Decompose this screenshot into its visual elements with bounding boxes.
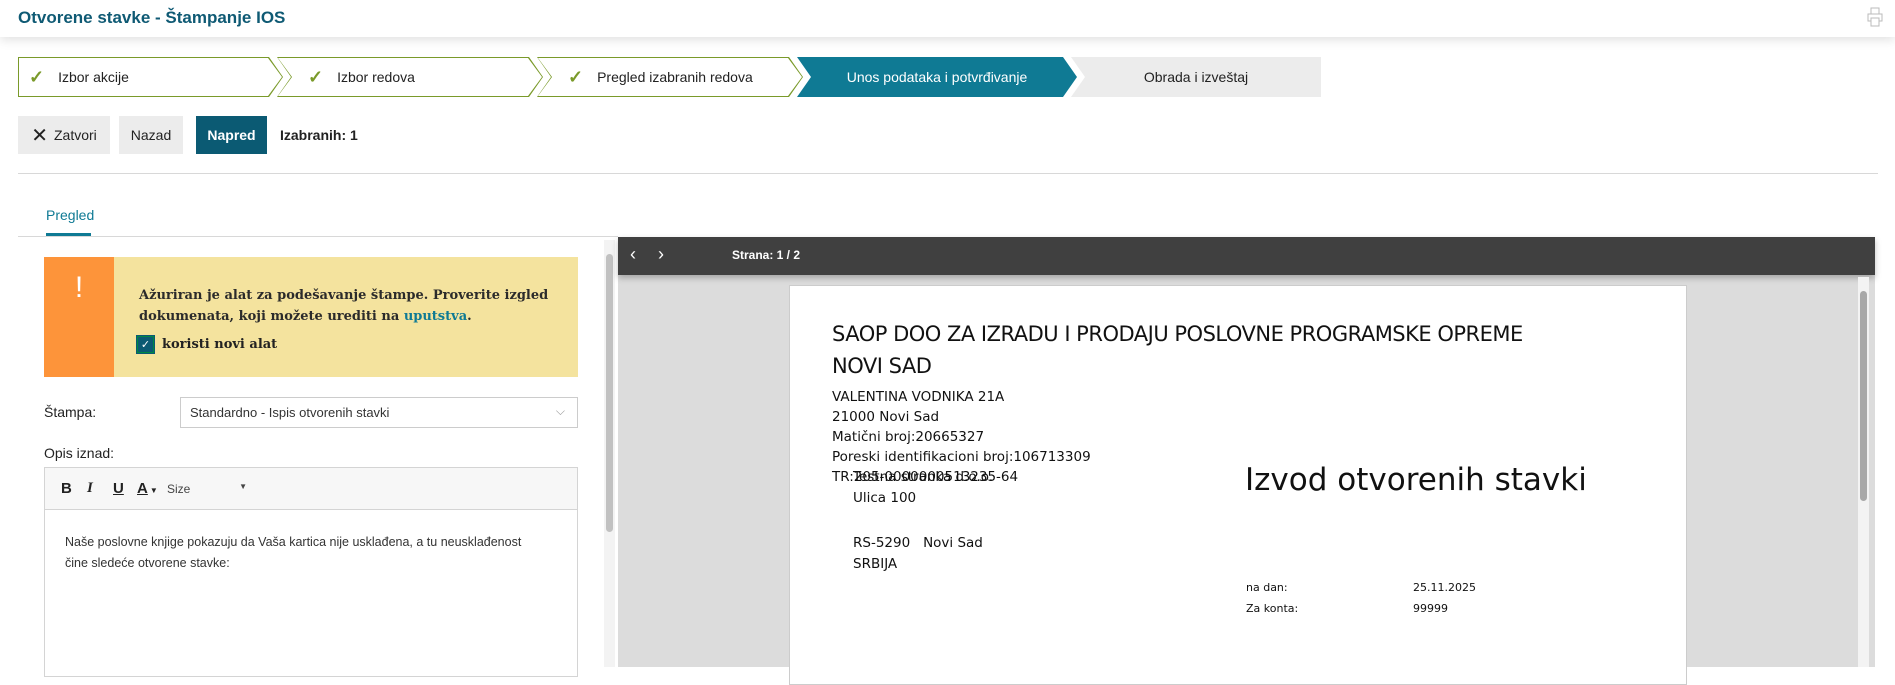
step-obrada-i-izvestaj[interactable]: Obrada i izveštaj <box>1071 57 1321 97</box>
font-size-label: Size <box>167 481 191 496</box>
checkbox-label: koristi novi alat <box>162 337 278 352</box>
na-dan-label: na dan: <box>1246 581 1288 594</box>
step-izbor-redova[interactable]: ✓ Izbor redova <box>277 57 543 97</box>
left-scrollbar-thumb[interactable] <box>606 254 613 532</box>
company-line1: SAOP DOO ZA IZRADU I PRODAJU POSLOVNE PR… <box>832 322 1523 346</box>
partner-country: SRBIJA <box>853 556 898 572</box>
next-page-icon[interactable]: › <box>658 244 664 265</box>
step-label: Pregled izabranih redova <box>597 69 753 85</box>
document-title: Izvod otvorenih stavki <box>1245 462 1587 498</box>
editor-line: Naše poslovne knjige pokazuju da Vaša ka… <box>65 535 522 549</box>
opis-iznad-label: Opis iznad: <box>44 445 115 461</box>
company-name: SAOP DOO ZA IZRADU I PRODAJU POSLOVNE PR… <box>832 318 1523 382</box>
partner-block: Testna stranka d.o.o. Ulica 100 RS-5290 … <box>853 467 993 575</box>
doc-meta-labels: na dan: Za konta: <box>1246 577 1298 619</box>
instructions-link[interactable]: uputstva <box>404 309 467 324</box>
editor-content[interactable]: Naše poslovne knjige pokazuju da Vaša ka… <box>45 510 577 596</box>
caret-down-icon: ▼ <box>239 481 247 491</box>
viewer-scrollbar-thumb[interactable] <box>1860 291 1867 501</box>
app-header: Otvorene stavke - Štampanje IOS <box>0 0 1895 37</box>
partner-street: Ulica 100 <box>853 490 917 506</box>
notice-line2: dokumenata, koji možete urediti na <box>139 309 404 324</box>
underline-button[interactable]: U <box>113 480 137 497</box>
step-label: Unos podataka i potvrđivanje <box>846 69 1028 85</box>
back-button[interactable]: Nazad <box>119 116 183 154</box>
partner-post: RS-5290 <box>853 535 911 551</box>
viewer-scrollbar[interactable] <box>1858 277 1869 667</box>
konto-value: 99999 <box>1413 602 1448 615</box>
chevron-down-icon: ⌵ <box>555 404 565 418</box>
font-size-select[interactable]: Size ▼ <box>167 482 247 496</box>
close-icon: ✕ <box>31 124 48 147</box>
left-scrollbar[interactable] <box>604 240 615 667</box>
notice-text: Ažuriran je alat za podešavanje štampe. … <box>139 285 548 327</box>
stampa-value: Standardno - Ispis otvorenih stavki <box>190 405 390 420</box>
company-mb: Matični broj:20665327 <box>832 429 985 445</box>
konto-label: Za konta: <box>1246 602 1299 615</box>
step-label: Izbor akcije <box>58 69 129 85</box>
close-label: Zatvori <box>53 127 97 143</box>
company-pib: Poreski identifikacioni broj:106713309 <box>832 449 1091 465</box>
na-dan-value: 25.11.2025 <box>1413 581 1476 594</box>
company-line2: NOVI SAD <box>832 354 932 378</box>
next-button[interactable]: Napred <box>196 116 267 154</box>
italic-button[interactable]: I <box>87 480 113 497</box>
rich-text-editor: B I U A ▼ Size ▼ Naše poslovne knjige poka… <box>44 467 578 677</box>
step-pregled-izabranih-redova[interactable]: ✓ Pregled izabranih redova <box>537 57 803 97</box>
font-color-button[interactable]: A ▼ <box>137 480 167 497</box>
editor-toolbar: B I U A ▼ Size ▼ <box>45 468 577 510</box>
editor-line: čine sledeće otvorene stavke: <box>65 556 230 570</box>
new-tool-checkbox[interactable]: ✓ <box>136 335 155 354</box>
doc-meta-values: 25.11.2025 99999 <box>1413 577 1476 619</box>
notice-line1: Ažuriran je alat za podešavanje štampe. … <box>139 288 549 303</box>
step-label: Obrada i izveštaj <box>1143 69 1249 85</box>
new-tool-checkbox-row[interactable]: ✓ koristi novi alat <box>136 335 278 354</box>
document-page: SAOP DOO ZA IZRADU I PRODAJU POSLOVNE PR… <box>789 285 1687 685</box>
divider <box>18 173 1878 174</box>
stampa-select[interactable]: Standardno - Ispis otvorenih stavki ⌵ <box>180 397 578 428</box>
company-address: VALENTINA VODNIKA 21A <box>832 389 1005 405</box>
page-indicator: Strana: 1 / 2 <box>732 248 801 262</box>
partner-city: Novi Sad <box>923 535 983 551</box>
step-izbor-akcije[interactable]: ✓ Izbor akcije <box>18 57 283 97</box>
company-city: 21000 Novi Sad <box>832 409 940 425</box>
partner-name: Testna stranka d.o.o. <box>853 469 994 485</box>
document-viewer: ‹ › Strana: 1 / 2 SAOP DOO ZA IZRADU I P… <box>618 237 1875 685</box>
close-button[interactable]: ✕ Zatvori <box>18 116 110 154</box>
page-title: Otvorene stavke - Štampanje IOS <box>18 8 286 27</box>
bold-button[interactable]: B <box>61 480 87 497</box>
printer-icon[interactable] <box>1867 7 1883 27</box>
step-label: Izbor redova <box>337 69 415 85</box>
selected-count: Izabranih: 1 <box>280 127 358 143</box>
check-icon: ✓ <box>29 66 45 87</box>
viewer-toolbar: ‹ › Strana: 1 / 2 <box>618 237 1875 275</box>
stampa-label: Štampa: <box>44 404 97 420</box>
step-unos-podataka[interactable]: Unos podataka i potvrđivanje <box>797 57 1077 97</box>
prev-page-icon[interactable]: ‹ <box>630 244 636 265</box>
tab-divider <box>18 236 618 237</box>
tab-pregled[interactable]: Pregled <box>46 207 94 223</box>
check-icon: ✓ <box>568 66 584 87</box>
notice-banner: ! Ažuriran je alat za podešavanje štampe… <box>44 257 578 377</box>
check-icon: ✓ <box>308 66 324 87</box>
warning-icon: ! <box>44 257 114 377</box>
notice-period: . <box>467 309 472 324</box>
font-color-label: A <box>137 480 148 497</box>
